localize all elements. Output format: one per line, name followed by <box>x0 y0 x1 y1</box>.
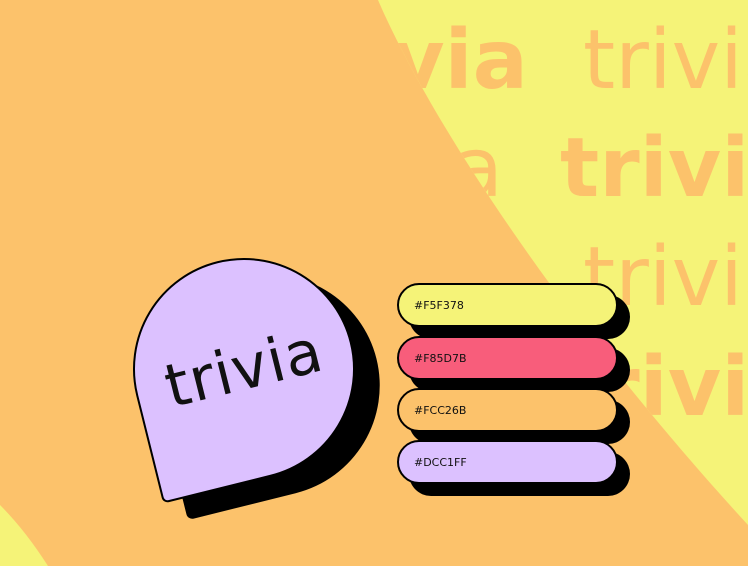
swatch-lavender: #DCC1FF <box>397 440 630 496</box>
background-shapes: trivia trivia trivia trivia trivia trivi… <box>0 0 748 566</box>
watermark-text: trivia <box>283 13 528 108</box>
swatch-pink: #F85D7B <box>397 336 630 392</box>
watermark-text: trivia <box>560 121 748 216</box>
watermark-text: trivia <box>293 121 503 216</box>
watermark-text: trivia <box>583 13 748 108</box>
swatch-label: #DCC1FF <box>397 440 618 484</box>
swatch-label: #FCC26B <box>397 388 618 432</box>
swatch-label: #F5F378 <box>397 283 618 327</box>
yellow-corner <box>0 505 48 566</box>
logo-text: trivia <box>158 315 330 423</box>
swatch-orange: #FCC26B <box>397 388 630 444</box>
swatch-yellow: #F5F378 <box>397 283 630 339</box>
swatch-label: #F85D7B <box>397 336 618 380</box>
